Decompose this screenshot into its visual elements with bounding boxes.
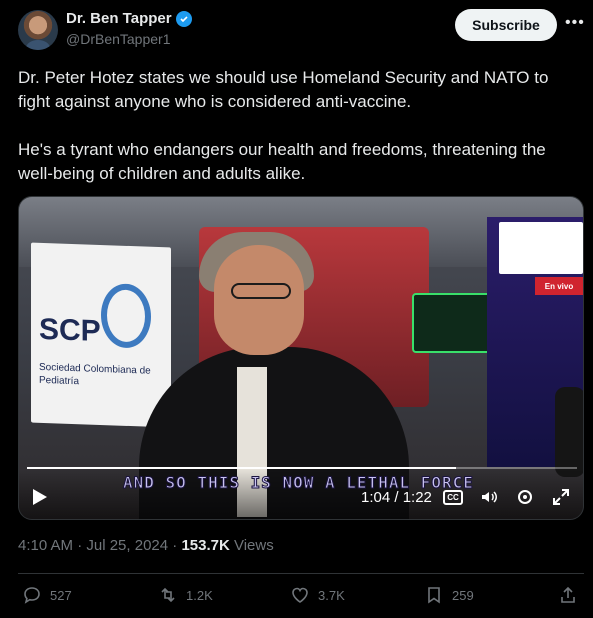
author-handle[interactable]: @DrBenTapper1 [66,31,171,47]
video-player[interactable]: En vivo SCP Sociedad Colombiana de Pedia… [18,196,584,520]
scp-sign: SCP Sociedad Colombiana de Pediatría [31,242,171,428]
fullscreen-icon[interactable] [551,487,571,507]
reply-count: 527 [50,587,72,603]
scp-sign-subtitle: Sociedad Colombiana de Pediatría [39,361,151,388]
repost-count: 1.2K [186,587,213,603]
tweet-paragraph: Dr. Peter Hotez states we should use Hom… [18,68,549,111]
verified-badge-icon [175,10,192,27]
like-count: 3.7K [318,587,345,603]
bookmark-icon [428,587,440,604]
video-progress-bar[interactable] [27,467,577,469]
subscribe-button[interactable]: Subscribe [455,9,557,41]
scp-logo-icon [101,283,151,349]
bookmark-button[interactable]: 259 [424,585,474,605]
tweet-text: Dr. Peter Hotez states we should use Hom… [18,66,578,210]
view-count: 153.7K [181,537,230,554]
share-button[interactable] [558,585,578,605]
scp-sign-title: SCP [39,312,101,348]
views-label: Views [229,537,274,554]
simposio-logo [499,222,583,274]
tweet-timestamp[interactable]: 4:10 AM · Jul 25, 2024 · [18,537,181,554]
video-progress-fill [27,467,456,469]
live-badge: En vivo [535,277,583,295]
play-icon[interactable] [33,489,47,505]
action-bar: 527 1.2K 3.7K 259 [0,585,593,609]
settings-gear-icon[interactable] [515,487,535,507]
heart-icon [292,587,308,603]
captions-icon[interactable]: CC [443,487,463,507]
avatar[interactable] [18,10,58,50]
video-time: 1:04 / 1:22 [361,489,432,506]
share-icon [561,586,575,603]
more-options-icon[interactable]: ••• [565,14,585,32]
volume-icon[interactable] [479,487,499,507]
speaker-figure [214,245,304,355]
divider [18,573,584,574]
author-name[interactable]: Dr. Ben Tapper [66,10,192,27]
tweet-paragraph: He's a tyrant who endangers our health a… [18,140,546,183]
reply-icon [24,587,40,604]
tweet-meta: 4:10 AM · Jul 25, 2024 · 153.7K Views [18,537,274,554]
bookmark-count: 259 [452,587,474,603]
like-button[interactable]: 3.7K [290,585,345,605]
reply-button[interactable]: 527 [22,585,72,605]
repost-icon [161,587,175,603]
microphone [555,387,583,477]
repost-button[interactable]: 1.2K [158,585,213,605]
speaker-figure [231,283,291,299]
video-background [412,293,492,353]
